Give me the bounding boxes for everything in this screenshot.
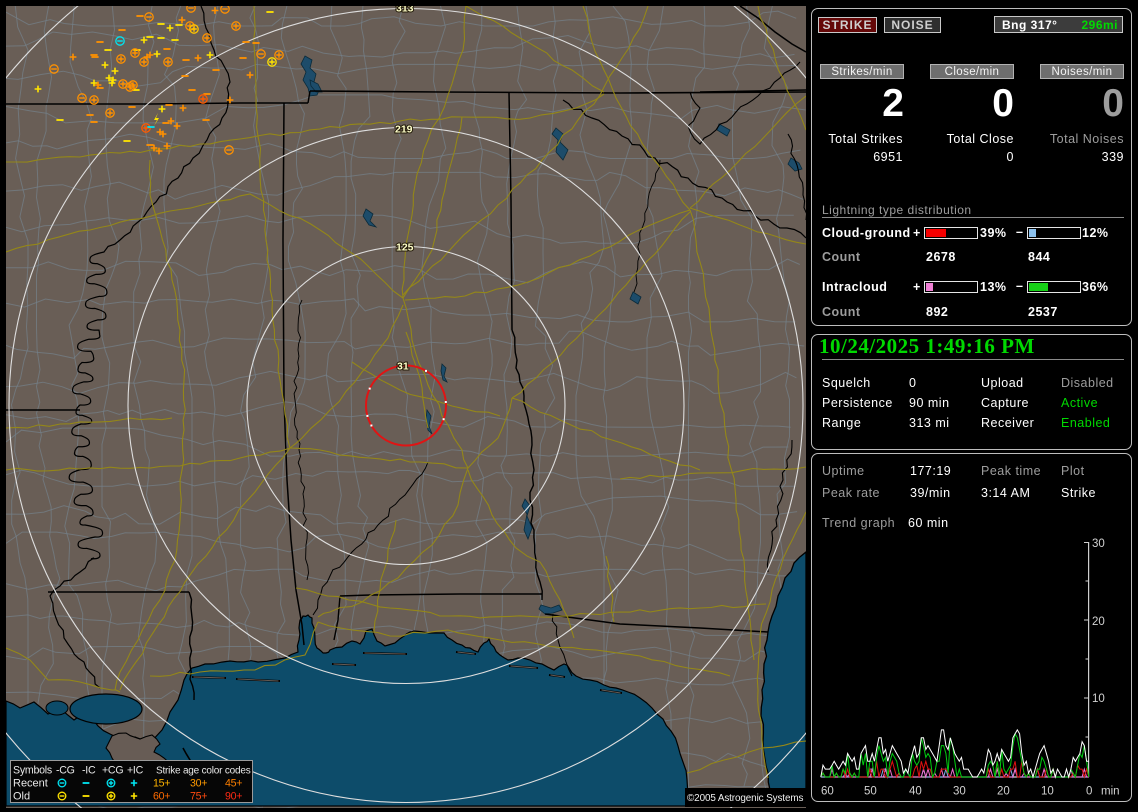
svg-text:219: 219 <box>395 124 413 136</box>
svg-text:+CG: +CG <box>102 765 123 777</box>
svg-text:10: 10 <box>1092 693 1105 705</box>
svg-text:125: 125 <box>396 242 414 254</box>
svg-text:Strike age color codes: Strike age color codes <box>156 766 251 777</box>
svg-text:0: 0 <box>1086 786 1092 798</box>
svg-text:20: 20 <box>997 786 1010 798</box>
svg-text:min: min <box>1101 786 1120 798</box>
svg-text:+IC: +IC <box>127 765 144 777</box>
svg-text:50: 50 <box>864 786 877 798</box>
svg-text:75+: 75+ <box>190 791 207 803</box>
svg-text:313: 313 <box>396 6 414 15</box>
svg-text:45+: 45+ <box>225 778 242 790</box>
svg-text:Symbols: Symbols <box>13 765 52 777</box>
svg-text:40: 40 <box>909 786 922 798</box>
svg-text:30: 30 <box>953 786 966 798</box>
svg-text:Old: Old <box>13 791 30 803</box>
svg-text:60+: 60+ <box>153 791 170 803</box>
svg-text:-CG: -CG <box>56 765 75 777</box>
svg-text:60: 60 <box>821 786 834 798</box>
svg-text:©2005 Astrogenic Systems: ©2005 Astrogenic Systems <box>687 793 803 804</box>
svg-text:15+: 15+ <box>153 778 170 790</box>
svg-text:-IC: -IC <box>82 765 96 777</box>
svg-text:31: 31 <box>397 361 409 373</box>
svg-text:30: 30 <box>1092 538 1105 550</box>
svg-text:90+: 90+ <box>225 791 242 803</box>
svg-text:30+: 30+ <box>190 778 207 790</box>
svg-text:Recent: Recent <box>13 778 48 790</box>
svg-text:10: 10 <box>1041 786 1054 798</box>
svg-text:20: 20 <box>1092 616 1105 628</box>
